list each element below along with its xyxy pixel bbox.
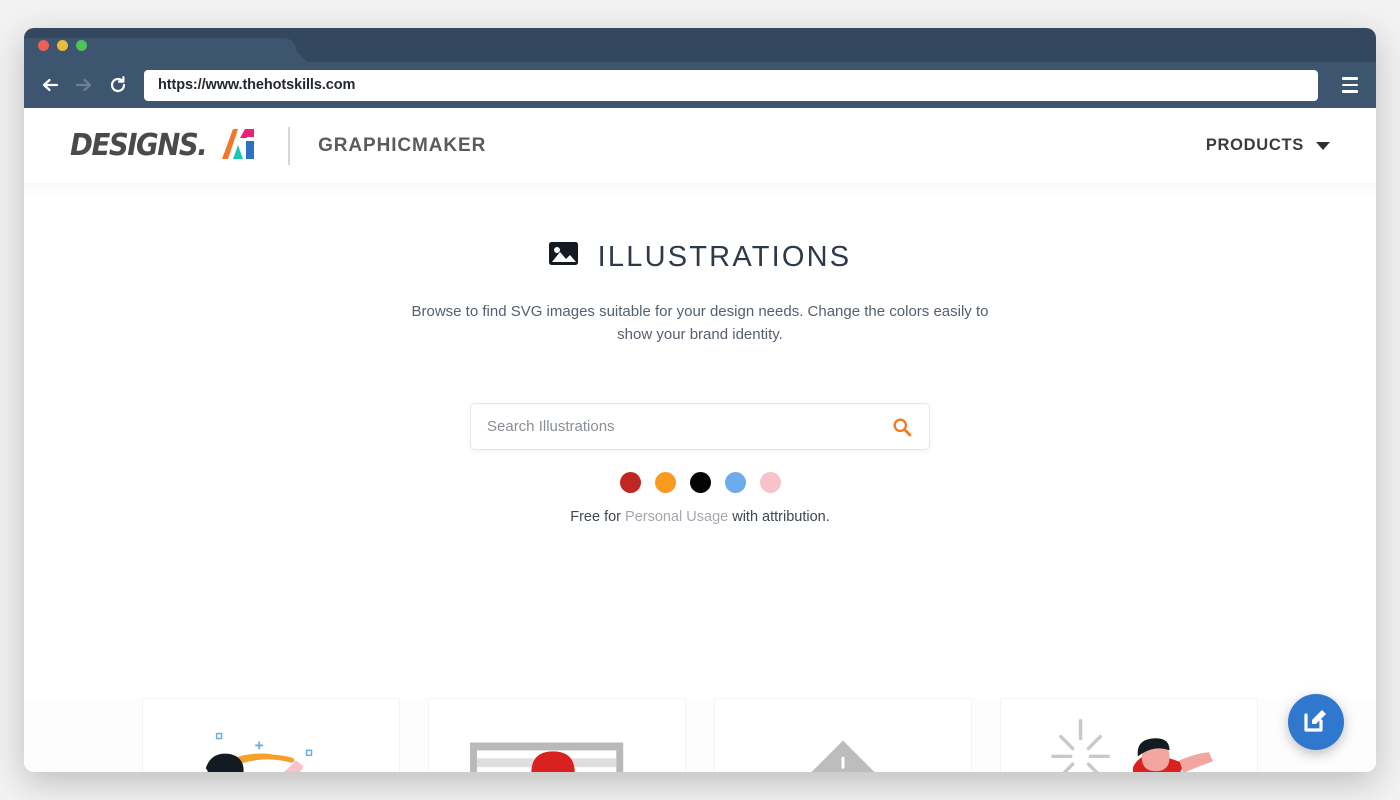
swatch-dark-red[interactable] xyxy=(619,472,641,493)
swatch-orange[interactable] xyxy=(654,472,676,493)
swatch-black[interactable] xyxy=(689,472,711,493)
edit-pencil-square-icon xyxy=(1303,707,1329,738)
image-icon xyxy=(548,241,578,274)
nav-products-label: PRODUCTS xyxy=(1205,136,1304,154)
hero-description: Browse to find SVG images suitable for y… xyxy=(411,303,989,343)
illustration-card-helping-hand[interactable] xyxy=(1000,698,1258,772)
site-header: DESIGNS. GRAPHICMAKER PRODUCTS xyxy=(24,108,1376,183)
maximize-window-button[interactable] xyxy=(76,39,87,51)
back-arrow-icon[interactable] xyxy=(38,73,62,97)
search-icon[interactable] xyxy=(891,416,913,438)
forward-arrow-icon xyxy=(72,73,96,97)
illustration-card-guard-stop-sign[interactable] xyxy=(428,698,686,772)
url-text: https://www.thehotskills.com xyxy=(158,77,356,93)
swatch-light-blue[interactable] xyxy=(724,472,746,493)
browser-titlebar xyxy=(24,28,1376,62)
edit-fab[interactable] xyxy=(1288,694,1344,750)
attribution-suffix: with attribution. xyxy=(728,509,830,525)
header-nav: PRODUCTS xyxy=(1206,136,1330,155)
page-title: ILLUSTRATIONS xyxy=(24,241,1376,274)
chevron-down-icon xyxy=(1316,141,1330,150)
ai-logo-mark xyxy=(220,126,260,165)
page-viewport: DESIGNS. GRAPHICMAKER PRODUCTS ILLUSTRAT… xyxy=(24,108,1376,772)
browser-toolbar: https://www.thehotskills.com xyxy=(24,62,1376,108)
attribution-note: Free for Personal Usage with attribution… xyxy=(24,509,1376,525)
header-divider xyxy=(24,183,1376,197)
brand-logo[interactable]: DESIGNS. GRAPHICMAKER xyxy=(70,126,486,165)
brand-divider xyxy=(288,126,291,165)
swatch-pink[interactable] xyxy=(759,472,781,493)
search-box[interactable] xyxy=(470,403,930,450)
search-input[interactable] xyxy=(481,418,891,435)
hamburger-menu-icon[interactable] xyxy=(1338,71,1362,99)
hero-section: ILLUSTRATIONS Browse to find SVG images … xyxy=(24,197,1376,525)
illustration-card-crossroads-worker[interactable] xyxy=(714,698,972,772)
illustration-gallery xyxy=(24,698,1376,772)
logo-wordmark: DESIGNS. xyxy=(70,128,208,163)
window-controls xyxy=(38,28,87,62)
url-bar[interactable]: https://www.thehotskills.com xyxy=(144,69,1318,101)
product-name: GRAPHICMAKER xyxy=(318,134,487,156)
attribution-prefix: Free for xyxy=(570,509,626,525)
close-window-button[interactable] xyxy=(38,39,49,51)
color-swatch-row xyxy=(24,472,1376,493)
nav-products-menu[interactable]: PRODUCTS xyxy=(1206,136,1330,155)
browser-window: https://www.thehotskills.com DESIGNS. GR… xyxy=(24,28,1376,772)
personal-usage-link[interactable]: Personal Usage xyxy=(625,509,728,525)
minimize-window-button[interactable] xyxy=(57,39,68,51)
illustration-card-running-athlete[interactable] xyxy=(142,698,400,772)
reload-icon[interactable] xyxy=(106,73,130,97)
page-title-text: ILLUSTRATIONS xyxy=(597,241,852,273)
